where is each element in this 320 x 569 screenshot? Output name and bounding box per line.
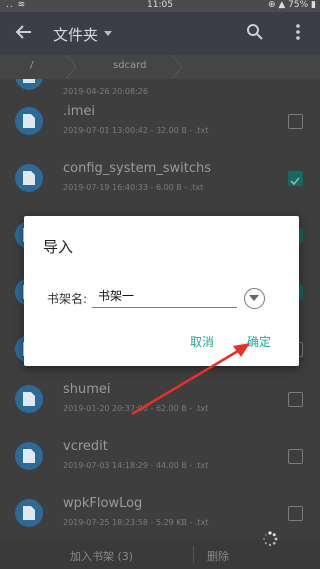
- file-icon: [15, 499, 43, 527]
- file-meta: 2019-07-01 13:00:42 - 32.00 B - .txt: [63, 126, 209, 135]
- file-checkbox[interactable]: [288, 114, 303, 129]
- file-meta: 2019-07-19 16:40:33 - 6.00 B - .txt: [63, 183, 204, 192]
- file-checkbox[interactable]: [288, 449, 303, 464]
- title-dropdown-icon[interactable]: [104, 31, 112, 36]
- bar-divider: [193, 546, 194, 563]
- file-icon: [15, 107, 43, 135]
- back-arrow-icon[interactable]: [14, 22, 34, 42]
- breadcrumb-root[interactable]: /: [30, 60, 33, 71]
- cancel-button[interactable]: 取消: [190, 333, 214, 350]
- chevron-right-icon: [65, 55, 77, 79]
- status-bar: .. ≋ 11:05 ⊕ ▲ 75% ▮: [0, 0, 320, 12]
- breadcrumb: / sdcard: [0, 55, 320, 79]
- page-title[interactable]: 文件夹: [53, 24, 98, 45]
- shelf-name-label: 书架名:: [47, 292, 88, 306]
- app-bar: 文件夹: [0, 12, 320, 55]
- shelf-dropdown-icon[interactable]: [244, 288, 265, 309]
- file-meta: 2019-07-25 18:23:58 - 5.29 KB - .txt: [63, 518, 209, 527]
- add-to-shelf-button[interactable]: 加入书架 (3): [70, 548, 133, 564]
- breadcrumb-sdcard[interactable]: sdcard: [113, 60, 146, 71]
- battery-indicator: ⊕ ▲ 75% ▮: [267, 0, 316, 10]
- file-checkbox[interactable]: [288, 392, 303, 407]
- file-meta: 2019-01-20 20:37:06 - 62.00 B - .txt: [63, 404, 209, 413]
- import-dialog: 导入 书架名: 取消 确定: [24, 216, 299, 366]
- file-icon: [15, 442, 43, 470]
- check-icon: [290, 177, 300, 186]
- file-name: wpkFlowLog: [63, 496, 143, 511]
- list-item[interactable]: .imei 2019-07-01 13:00:42 - 32.00 B - .t…: [0, 93, 320, 150]
- list-item[interactable]: vcredit 2019-07-03 14:18:29 - 44.00 B - …: [0, 428, 320, 485]
- chevron-right-icon: [171, 55, 183, 79]
- search-icon[interactable]: [246, 23, 264, 41]
- file-icon: [15, 385, 43, 413]
- shelf-name-input[interactable]: [92, 286, 237, 308]
- file-name: vcredit: [63, 439, 108, 454]
- file-checkbox[interactable]: [288, 506, 303, 521]
- dialog-title: 导入: [43, 238, 74, 256]
- file-meta: 2019-07-03 14:18:29 - 44.00 B - .txt: [63, 461, 209, 470]
- file-icon: [15, 164, 43, 192]
- loading-spinner-icon: [263, 531, 278, 547]
- file-checkbox[interactable]: [288, 171, 303, 186]
- list-item[interactable]: shumei 2019-01-20 20:37:06 - 62.00 B - .…: [0, 371, 320, 428]
- file-icon: [15, 79, 43, 90]
- delete-button[interactable]: 删除: [207, 548, 229, 564]
- more-vert-icon[interactable]: [292, 23, 304, 41]
- file-name: shumei: [63, 382, 111, 397]
- file-name: config_system_switchs: [63, 161, 212, 176]
- ok-button[interactable]: 确定: [247, 333, 271, 350]
- list-item[interactable]: config_system_switchs 2019-07-19 16:40:3…: [0, 150, 320, 207]
- file-name: .imei: [63, 104, 96, 119]
